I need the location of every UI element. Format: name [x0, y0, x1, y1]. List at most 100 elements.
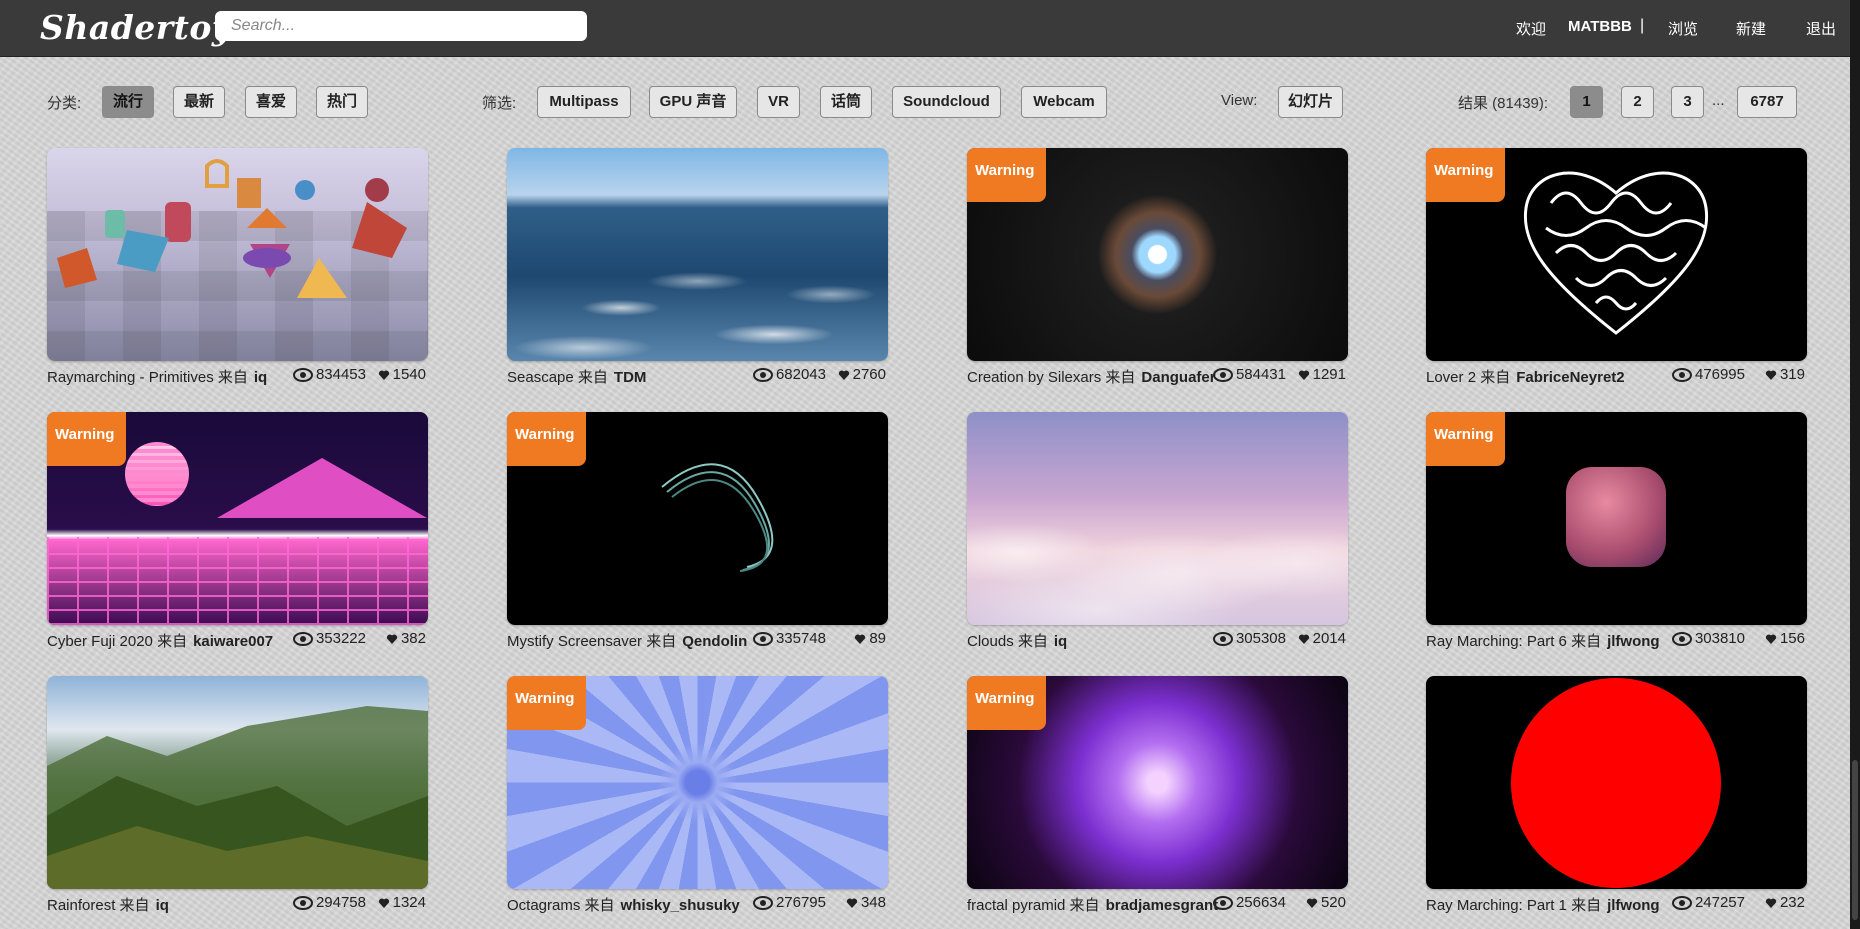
shader-author[interactable]: iq [254, 369, 267, 386]
shader-thumbnail[interactable]: Warning [1426, 148, 1807, 361]
shader-card[interactable]: Warning Ray Marching: Part 6 来自 jlfwong 3… [1426, 412, 1807, 650]
shader-card[interactable]: Clouds 来自 iq 305308 2014 [967, 412, 1348, 650]
shader-author[interactable]: kaiware007 [193, 633, 273, 650]
shader-title[interactable]: Ray Marching: Part 6 [1426, 633, 1567, 650]
shader-card[interactable]: Ray Marching: Part 1 来自 jlfwong 247257 23… [1426, 676, 1807, 914]
shader-author[interactable]: bradjamesgrant [1106, 897, 1219, 914]
warning-badge: Warning [1426, 412, 1505, 466]
by-label: 来自 [1571, 633, 1602, 650]
shader-thumbnail[interactable] [1426, 676, 1807, 889]
eye-icon [752, 368, 773, 382]
shader-author[interactable]: iq [1054, 633, 1067, 650]
shader-title[interactable]: Seascape [507, 369, 574, 386]
by-label: 来自 [1069, 897, 1100, 914]
page-1-button[interactable]: 1 [1570, 86, 1603, 118]
shader-title[interactable]: Mystify Screensaver [507, 633, 642, 650]
shader-title[interactable]: Ray Marching: Part 1 [1426, 897, 1567, 914]
page-scrollbar[interactable] [1850, 0, 1860, 929]
views-value: 256634 [1235, 894, 1286, 911]
heart-icon [1298, 370, 1309, 380]
category-hot-button[interactable]: 热门 [316, 86, 368, 118]
filter-soundcloud-button[interactable]: Soundcloud [892, 86, 1001, 118]
shader-thumbnail[interactable]: Warning [1426, 412, 1807, 625]
likes-value: 382 [400, 630, 426, 647]
filter-gpu-sound-button[interactable]: GPU 声音 [649, 86, 737, 118]
nav-separator: | [1640, 17, 1645, 34]
filter-multipass-button[interactable]: Multipass [537, 86, 631, 118]
shader-thumbnail[interactable]: Warning [507, 412, 888, 625]
scrollbar-thumb[interactable] [1852, 760, 1858, 920]
views-value: 247257 [1694, 894, 1745, 911]
by-label: 来自 [217, 369, 248, 386]
page-3-button[interactable]: 3 [1671, 86, 1704, 118]
shader-thumbnail[interactable]: Warning [967, 676, 1348, 889]
shader-card[interactable]: Warning Cyber Fuji 2020 来自 kaiware007 353… [47, 412, 428, 650]
filter-microphone-button[interactable]: 话筒 [820, 86, 872, 118]
likes-value: 1291 [1312, 366, 1346, 383]
category-love-button[interactable]: 喜爱 [245, 86, 297, 118]
shader-card[interactable]: Raymarching - Primitives 来自 iq 834453 154… [47, 148, 428, 386]
shader-thumbnail[interactable]: Warning [507, 676, 888, 889]
welcome-text: 欢迎 [1516, 21, 1547, 38]
heart-icon [378, 370, 389, 380]
red-disc-shape [1511, 678, 1721, 888]
shader-card[interactable]: Rainforest 来自 iq 294758 1324 [47, 676, 428, 914]
shader-title[interactable]: Octagrams [507, 897, 580, 914]
neon-grid [47, 537, 428, 625]
shader-card[interactable]: Warning Creation by Silexars 来自 Danguafer… [967, 148, 1348, 386]
last-page-button[interactable]: 6787 [1737, 86, 1797, 118]
shader-card[interactable]: Warning Mystify Screensaver 来自 Qendolin 3… [507, 412, 888, 650]
shader-info: Clouds 来自 iq 305308 2014 [967, 628, 1348, 650]
shader-title[interactable]: Clouds [967, 633, 1014, 650]
view-label: View: [1221, 92, 1258, 109]
shader-title[interactable]: fractal pyramid [967, 897, 1065, 914]
shader-author[interactable]: Danguafer [1141, 369, 1215, 386]
likes-value: 2760 [852, 366, 886, 383]
like-count: 2760 [838, 366, 886, 383]
shader-thumbnail[interactable] [47, 148, 428, 361]
shader-card[interactable]: Warning fractal pyramid 来自 bradjamesgrant… [967, 676, 1348, 914]
browse-link[interactable]: 浏览 [1668, 18, 1698, 39]
heart-icon [846, 898, 858, 908]
filter-webcam-button[interactable]: Webcam [1021, 86, 1107, 118]
page-2-button[interactable]: 2 [1621, 86, 1654, 118]
shader-author[interactable]: jlfwong [1607, 633, 1660, 650]
search-input[interactable] [215, 11, 587, 41]
like-count: 156 [1765, 630, 1805, 647]
category-popular-button[interactable]: 流行 [102, 86, 154, 118]
shader-title[interactable]: Rainforest [47, 897, 115, 914]
views-value: 353222 [315, 630, 366, 647]
shader-card[interactable]: Seascape 来自 TDM 682043 2760 [507, 148, 888, 386]
shader-author[interactable]: iq [156, 897, 169, 914]
shader-thumbnail[interactable]: Warning [967, 148, 1348, 361]
views-value: 305308 [1235, 630, 1286, 647]
filter-label: 筛选: [482, 95, 517, 112]
shader-thumbnail[interactable] [507, 148, 888, 361]
filter-vr-button[interactable]: VR [757, 86, 800, 118]
shader-thumbnail[interactable] [967, 412, 1348, 625]
shader-title[interactable]: Lover 2 [1426, 369, 1476, 386]
new-shader-link[interactable]: 新建 [1736, 18, 1766, 39]
shader-author[interactable]: FabriceNeyret2 [1516, 369, 1624, 386]
shader-title[interactable]: Raymarching - Primitives [47, 369, 214, 386]
shader-title[interactable]: Creation by Silexars [967, 369, 1101, 386]
user-profile-link[interactable]: MATBBB [1568, 18, 1632, 35]
category-newest-button[interactable]: 最新 [173, 86, 225, 118]
view-mode-button[interactable]: 幻灯片 [1278, 86, 1343, 118]
shader-author[interactable]: jlfwong [1607, 897, 1660, 914]
shader-title[interactable]: Cyber Fuji 2020 [47, 633, 153, 650]
by-label: 来自 [1480, 369, 1511, 386]
likes-value: 520 [1320, 894, 1346, 911]
shader-thumbnail[interactable]: Warning [47, 412, 428, 625]
shader-author[interactable]: whisky_shusuky [621, 897, 740, 914]
shader-author[interactable]: TDM [614, 369, 647, 386]
shader-info: Mystify Screensaver 来自 Qendolin 335748 89 [507, 628, 888, 650]
shader-author[interactable]: Qendolin [682, 633, 747, 650]
shader-card[interactable]: Warning Octagrams 来自 whisky_shusuky 27679… [507, 676, 888, 914]
shader-card[interactable]: Warning Lover 2 来自 FabriceNeyret2 476995 … [1426, 148, 1807, 386]
shader-title-line: Ray Marching: Part 6 来自 jlfwong [1426, 630, 1660, 651]
shadertoy-logo[interactable]: Shadertoy [40, 8, 232, 47]
logout-link[interactable]: 退出 [1806, 18, 1836, 39]
shader-thumbnail[interactable] [47, 676, 428, 889]
by-label: 来自 [577, 369, 608, 386]
